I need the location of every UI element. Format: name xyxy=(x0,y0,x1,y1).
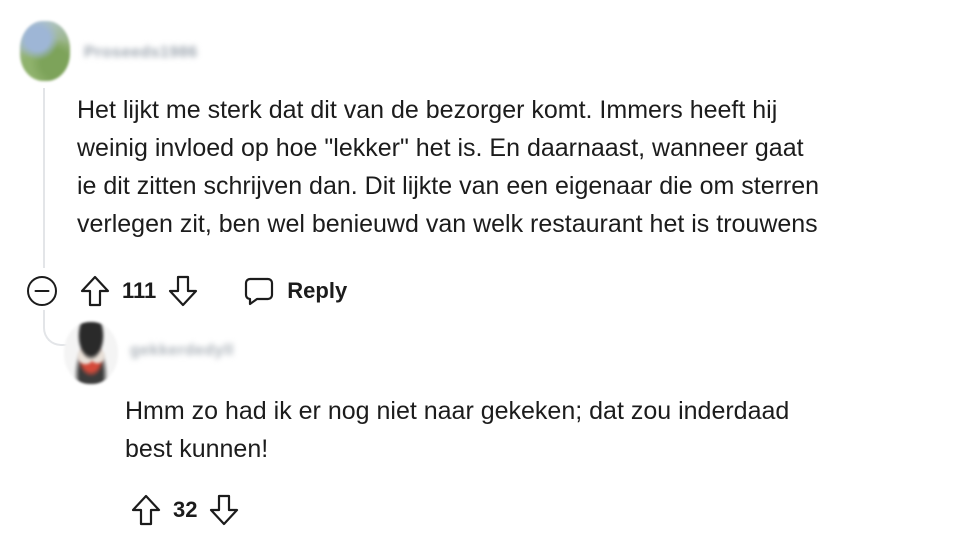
thread-line-reply-connector[interactable] xyxy=(43,310,67,346)
comment-body: Het lijkt me sterk dat dit van de bezorg… xyxy=(77,91,957,243)
reply-label: Reply xyxy=(287,278,348,303)
vote-count: 32 xyxy=(173,497,198,522)
speech-bubble-icon xyxy=(243,275,275,307)
reply-button[interactable]: Reply xyxy=(243,275,347,307)
upvote-arrow-icon[interactable] xyxy=(79,274,111,308)
comment-action-bar: 111 Reply xyxy=(25,273,347,309)
username[interactable]: gekkerdedyll xyxy=(130,342,234,360)
collapse-minus-icon[interactable] xyxy=(25,274,59,308)
comment-text-line: verlegen zit, ben wel benieuwd van welk … xyxy=(77,210,818,238)
comment-text-line: weinig invloed op hoe "lekker" het is. E… xyxy=(77,134,804,162)
comment-body: Hmm zo had ik er nog niet naar gekeken; … xyxy=(125,392,945,468)
vote-count: 111 xyxy=(122,278,157,303)
comment-text-line: best kunnen! xyxy=(125,435,269,463)
thread-line[interactable] xyxy=(43,88,45,268)
upvote-arrow-icon[interactable] xyxy=(130,493,162,527)
avatar[interactable] xyxy=(64,322,118,384)
downvote-arrow-icon[interactable] xyxy=(208,493,240,527)
comment-text-line: Het lijkt me sterk dat dit van de bezorg… xyxy=(77,96,778,124)
comment-text-line: ie dit zitten schrijven dan. Dit lijkte … xyxy=(77,172,820,200)
downvote-arrow-icon[interactable] xyxy=(167,274,199,308)
comment-text-line: Hmm zo had ik er nog niet naar gekeken; … xyxy=(125,397,790,425)
comment-action-bar: 32 xyxy=(130,492,240,528)
avatar[interactable] xyxy=(20,21,70,81)
username[interactable]: Proseeds1986 xyxy=(84,44,198,62)
